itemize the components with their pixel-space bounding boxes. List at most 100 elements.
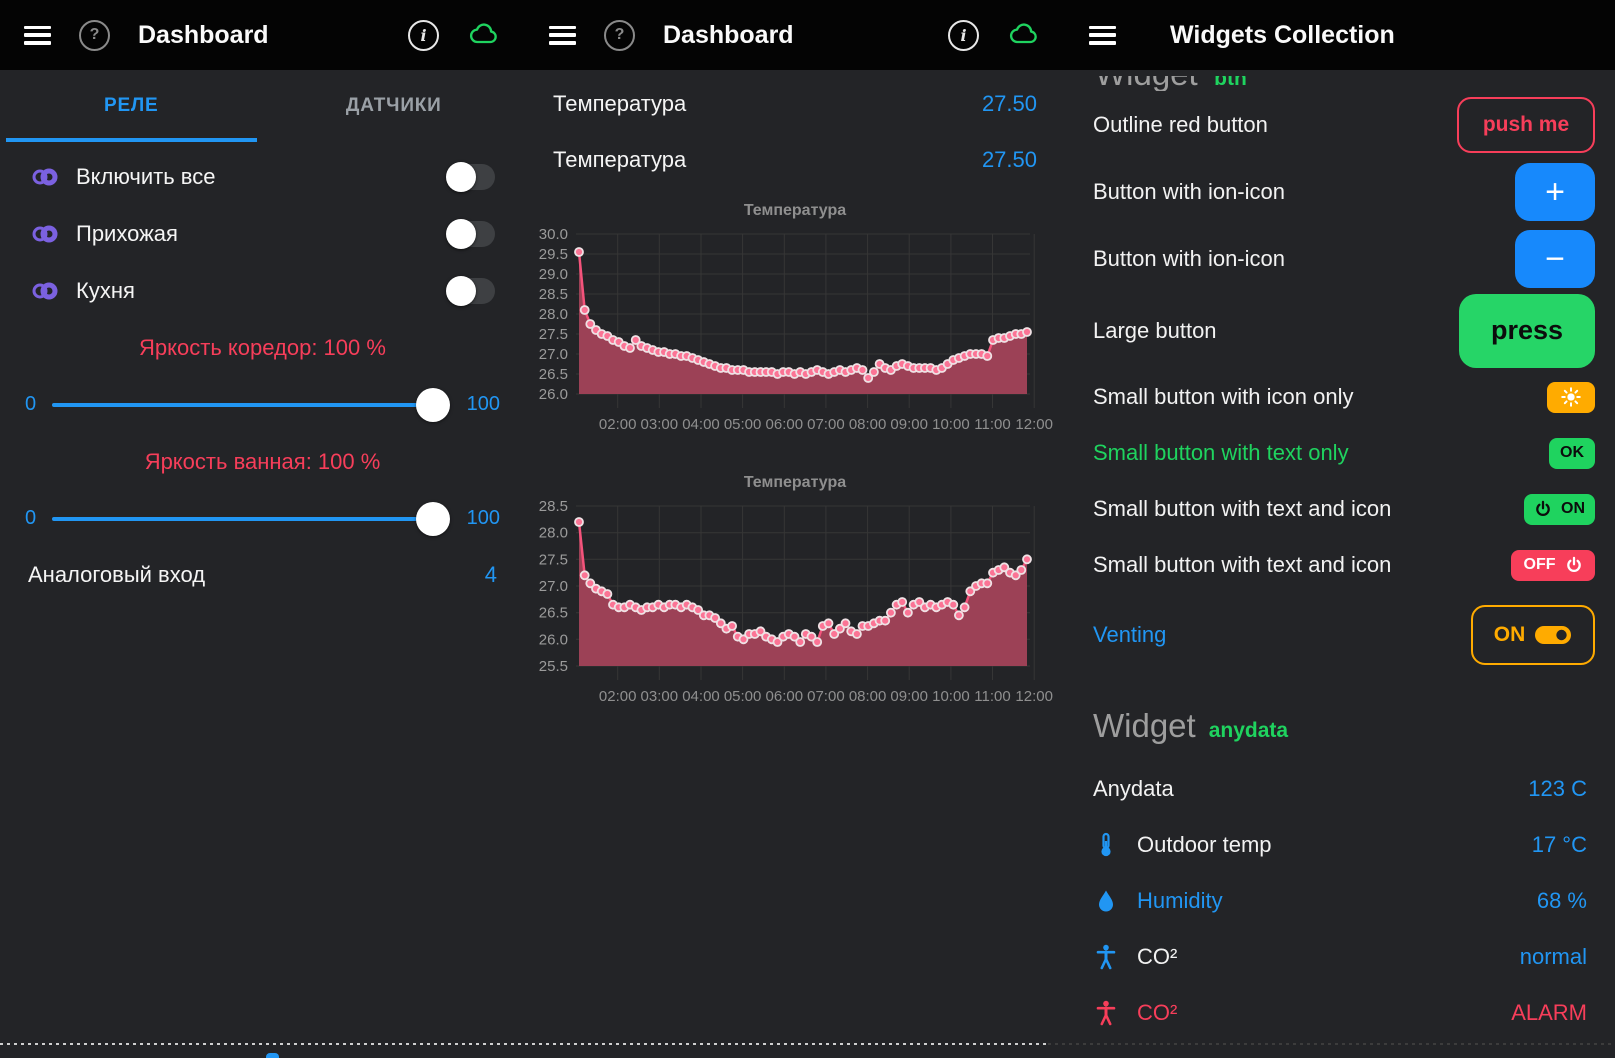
power-icon — [1534, 500, 1552, 518]
analog-input-value: 4 — [485, 562, 497, 588]
svg-text:09:00: 09:00 — [890, 416, 928, 433]
svg-text:11:00: 11:00 — [974, 688, 1010, 705]
sensor-value-row: Температура27.50 — [525, 76, 1065, 132]
off-button[interactable]: OFF — [1511, 550, 1595, 581]
press-button[interactable]: press — [1459, 294, 1595, 368]
data-row-label: Humidity — [1137, 888, 1223, 914]
push-me-button[interactable]: push me — [1457, 97, 1595, 153]
svg-text:04:00: 04:00 — [682, 688, 720, 705]
info-icon[interactable]: i — [408, 20, 439, 51]
sensor-label: Температура — [553, 147, 686, 173]
widget-row-label: Button with ion-icon — [1093, 179, 1285, 205]
panel-widgets-collection: Widgets Collection Widget btn Outline re… — [1065, 0, 1615, 1058]
clipped-section-heading: Widget btn — [1065, 76, 1615, 91]
menu-icon[interactable] — [1089, 26, 1116, 45]
ok-button[interactable]: OK — [1549, 438, 1595, 469]
cloud-connected-icon[interactable] — [467, 21, 501, 49]
svg-text:30.0: 30.0 — [539, 226, 568, 243]
svg-text:04:00: 04:00 — [682, 416, 720, 433]
svg-text:05:00: 05:00 — [724, 416, 762, 433]
appbar: Widgets Collection — [1065, 0, 1615, 70]
on-button[interactable]: ON — [1524, 494, 1595, 525]
switch-knob — [446, 219, 476, 249]
thermometer-icon — [1093, 832, 1119, 858]
analog-input-label: Аналоговый вход — [28, 562, 205, 588]
data-row-value: 17 °C — [1532, 832, 1587, 858]
sensor-value-row: Температура 27.50 — [525, 132, 1065, 188]
toggle-on-icon — [1534, 624, 1572, 646]
svg-text:07:00: 07:00 — [807, 688, 845, 705]
switch-row: Кухня — [0, 262, 525, 319]
svg-text:08:00: 08:00 — [849, 688, 887, 705]
slider-max-label: 100 — [467, 393, 500, 416]
page-title: Dashboard — [138, 21, 380, 50]
switch-row: Включить все — [0, 148, 525, 205]
page-title: Widgets Collection — [1170, 21, 1591, 50]
svg-text:28.5: 28.5 — [539, 286, 568, 303]
slider-track[interactable] — [52, 517, 433, 521]
plus-button[interactable]: + — [1515, 163, 1595, 221]
widget-row: Large buttonpress — [1065, 292, 1615, 369]
svg-text:10:00: 10:00 — [932, 688, 970, 705]
section-heading-subtitle: anydata — [1209, 719, 1288, 743]
svg-text:12:00: 12:00 — [1015, 416, 1053, 433]
clipped-heading-subtitle: btn — [1214, 76, 1247, 91]
switch-row-label: Кухня — [76, 278, 135, 304]
icon-only-button[interactable] — [1547, 382, 1595, 413]
svg-text:12:00: 12:00 — [1015, 688, 1053, 705]
page-title: Dashboard — [663, 21, 920, 50]
menu-icon[interactable] — [549, 26, 576, 45]
brightness-corridor-label: Яркость коредор: 100 % — [0, 319, 525, 376]
widget-row: Outline red button push me — [1065, 91, 1615, 158]
person-icon — [1093, 944, 1119, 970]
data-row: Outdoor temp17 °C — [1065, 817, 1615, 873]
toggle-switch[interactable] — [449, 164, 495, 190]
info-icon[interactable]: i — [948, 20, 979, 51]
svg-text:27.5: 27.5 — [539, 551, 568, 568]
section-heading-anydata: Widget anydata — [1065, 677, 1615, 761]
sensor-label: Температура — [553, 91, 686, 117]
svg-text:25.5: 25.5 — [539, 658, 568, 675]
svg-text:06:00: 06:00 — [766, 688, 804, 705]
slider-knob[interactable] — [416, 502, 450, 536]
tab-relays[interactable]: РЕЛЕ — [0, 70, 263, 142]
chart-title: Температура — [525, 202, 1065, 222]
button-text: OFF — [1524, 556, 1556, 574]
widget-row: Small button with text onlyOK — [1065, 425, 1615, 481]
help-icon[interactable]: ? — [604, 20, 635, 51]
menu-icon[interactable] — [24, 26, 51, 45]
power-icon — [1565, 556, 1583, 574]
data-row-value: ALARM — [1511, 1000, 1587, 1026]
tab-sensors[interactable]: ДАТЧИКИ — [263, 70, 526, 142]
cloud-connected-icon[interactable] — [1007, 21, 1041, 49]
slider-track[interactable] — [52, 403, 433, 407]
switch-row: Прихожая — [0, 205, 525, 262]
slider-knob[interactable] — [416, 388, 450, 422]
data-row-value: 68 % — [1537, 888, 1587, 914]
appbar: ? Dashboard i — [0, 0, 525, 70]
svg-text:27.0: 27.0 — [539, 578, 568, 595]
appbar: ? Dashboard i — [525, 0, 1065, 70]
widget-row-label: Small button with icon only — [1093, 384, 1353, 410]
data-row: Anydata123 C — [1065, 761, 1615, 817]
button-text: ON — [1561, 500, 1585, 518]
svg-text:28.0: 28.0 — [539, 525, 568, 542]
toggle-switch[interactable] — [449, 221, 495, 247]
widget-row-label: Outline red button — [1093, 112, 1268, 138]
venting-toggle-button[interactable]: ON — [1471, 605, 1595, 665]
help-icon[interactable]: ? — [79, 20, 110, 51]
svg-text:03:00: 03:00 — [641, 688, 679, 705]
slider-max-label: 100 — [467, 507, 500, 530]
sensor-value: 27.50 — [982, 147, 1037, 173]
relay-toggle-icon — [30, 281, 60, 301]
svg-text:05:00: 05:00 — [724, 688, 762, 705]
svg-text:10:00: 10:00 — [932, 416, 970, 433]
relay-toggle-icon — [30, 167, 60, 187]
panel-dashboard-relays: ? Dashboard i РЕЛЕ ДАТЧИКИ Включить всеП… — [0, 0, 525, 1058]
toggle-switch[interactable] — [449, 278, 495, 304]
minus-button[interactable]: − — [1515, 230, 1595, 288]
svg-text:26.5: 26.5 — [539, 605, 568, 622]
svg-text:06:00: 06:00 — [766, 416, 804, 433]
relay-toggle-icon — [30, 224, 60, 244]
widget-row-label: Button with ion-icon — [1093, 246, 1285, 272]
